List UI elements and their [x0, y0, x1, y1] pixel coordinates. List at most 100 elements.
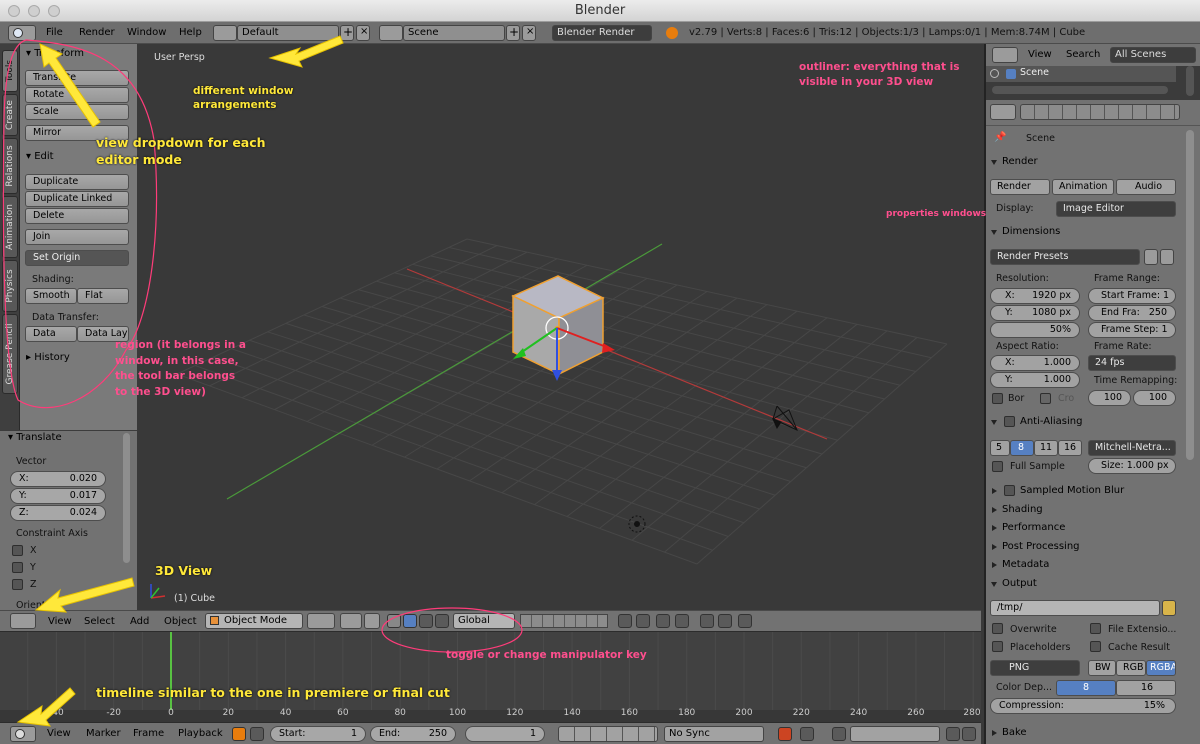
expand-icon[interactable] [990, 69, 999, 78]
properties-context-tabs[interactable] [1020, 104, 1180, 120]
vector-z-field[interactable]: Z: 0.024 [10, 505, 106, 521]
start-frame-field[interactable]: Start: 1 [270, 726, 366, 742]
resolution-percentage-field[interactable]: 50% [990, 322, 1080, 338]
add-layout-button[interactable]: + [340, 25, 354, 41]
keying-icon[interactable] [832, 727, 846, 741]
minimize-window-button[interactable] [28, 5, 40, 17]
editor-type-button[interactable] [8, 25, 36, 41]
data-button[interactable]: Data [25, 326, 77, 342]
duplicate-linked-button[interactable]: Duplicate Linked [25, 191, 129, 207]
render-presets-dropdown[interactable]: Render Presets [990, 249, 1140, 265]
performance-panel-header[interactable]: Performance [990, 519, 1180, 537]
opengl-render-icon[interactable] [700, 614, 714, 628]
menu-add[interactable]: Add [130, 611, 149, 632]
tab-create[interactable]: Create [2, 94, 18, 136]
menu-view[interactable]: View [48, 611, 72, 632]
sync-mode-dropdown[interactable]: No Sync [664, 726, 764, 742]
zoom-window-button[interactable] [48, 5, 60, 17]
add-scene-button[interactable]: + [506, 25, 520, 41]
menu-select[interactable]: Select [84, 611, 115, 632]
delete-button[interactable]: Delete [25, 208, 129, 224]
full-sample-checkbox[interactable] [992, 461, 1003, 472]
color-depth-16-button[interactable]: 16 [1116, 680, 1176, 696]
lock-range-icon[interactable] [250, 727, 264, 741]
join-button[interactable]: Join [25, 229, 129, 245]
edit-panel-header[interactable]: ▾ Edit [26, 151, 54, 162]
post-processing-panel-header[interactable]: Post Processing [990, 538, 1180, 556]
interaction-mode-dropdown[interactable]: Object Mode [205, 613, 303, 629]
editor-type-timeline-button[interactable] [10, 726, 36, 742]
frame-step-field[interactable]: Frame Step: 1 [1088, 322, 1176, 338]
rotate-manipulator-icon[interactable] [419, 614, 433, 628]
outliner-menu-search[interactable]: Search [1066, 44, 1100, 66]
resolution-y-field[interactable]: Y: 1080 px [990, 305, 1080, 321]
end-frame-prop-field[interactable]: End Fra: 250 [1088, 305, 1176, 321]
outliner-menu-view[interactable]: View [1028, 44, 1052, 66]
cache-result-checkbox[interactable] [1090, 641, 1101, 652]
timeline-menu-marker[interactable]: Marker [86, 723, 121, 744]
delete-keyframe-icon[interactable] [962, 727, 976, 741]
render-engine-dropdown[interactable]: Blender Render [552, 25, 652, 41]
vector-x-field[interactable]: X: 0.020 [10, 471, 106, 487]
snap-element-icon[interactable] [675, 614, 689, 628]
aa-filter-dropdown[interactable]: Mitchell-Netra... [1088, 440, 1176, 456]
overwrite-checkbox[interactable] [992, 623, 1003, 634]
file-format-dropdown[interactable]: PNG [990, 660, 1080, 676]
current-frame-field[interactable]: 1 [465, 726, 545, 742]
aspect-x-field[interactable]: X: 1.000 [990, 355, 1080, 371]
tab-grease-pencil[interactable]: Grease Pencil [2, 314, 18, 394]
vector-y-field[interactable]: Y: 0.017 [10, 488, 106, 504]
render-view-icon[interactable] [738, 614, 752, 628]
playback-controls[interactable] [558, 726, 658, 742]
timeline-menu-frame[interactable]: Frame [133, 723, 164, 744]
output-path-field[interactable]: /tmp/ [990, 600, 1160, 616]
tab-physics[interactable]: Physics [2, 260, 18, 312]
menu-help[interactable]: Help [179, 22, 202, 44]
aa-samples-5[interactable]: 5 [990, 440, 1010, 456]
panel-scrollbar[interactable] [123, 433, 130, 563]
snap-toggle-icon[interactable] [656, 614, 670, 628]
outliner-row[interactable]: Scene [986, 66, 1176, 82]
placeholders-checkbox[interactable] [992, 641, 1003, 652]
menu-object[interactable]: Object [164, 611, 197, 632]
dimensions-panel-header[interactable]: Dimensions [990, 223, 1180, 241]
keying-set-field[interactable] [850, 726, 940, 742]
layout-name-field[interactable]: Default [237, 25, 339, 41]
color-bw-button[interactable]: BW [1088, 660, 1116, 676]
frame-rate-dropdown[interactable]: 24 fps [1088, 355, 1176, 371]
properties-scrollbar[interactable] [1186, 130, 1194, 460]
bake-panel-header[interactable]: Bake [990, 724, 1180, 742]
crop-checkbox[interactable] [1040, 393, 1051, 404]
translate-operator-header[interactable]: ▾ Translate [8, 432, 62, 443]
timeline-menu-view[interactable]: View [47, 723, 71, 744]
outliner-vscrollbar[interactable] [1186, 66, 1194, 96]
aa-samples-16[interactable]: 16 [1058, 440, 1082, 456]
motion-blur-checkbox[interactable] [1004, 485, 1015, 496]
constraint-x-checkbox[interactable] [12, 545, 23, 556]
editor-type-3dview-button[interactable] [10, 613, 36, 629]
scene-icon[interactable] [379, 25, 403, 41]
tab-animation[interactable]: Animation [2, 196, 18, 258]
insert-keyframe-icon[interactable] [946, 727, 960, 741]
shading-panel-header[interactable]: Shading [990, 501, 1180, 519]
scene-name-field[interactable]: Scene [403, 25, 505, 41]
duplicate-button[interactable]: Duplicate [25, 174, 129, 190]
remove-scene-button[interactable]: × [522, 25, 536, 41]
layer-buttons[interactable] [520, 614, 608, 628]
end-frame-field[interactable]: End: 250 [370, 726, 456, 742]
auto-keyframe-icon[interactable] [232, 727, 246, 741]
keying-set-icon[interactable] [800, 727, 814, 741]
output-panel-header[interactable]: Output [990, 575, 1180, 593]
pin-icon[interactable]: 📌 [994, 132, 1006, 143]
smooth-button[interactable]: Smooth [25, 288, 77, 304]
render-panel-header[interactable]: Render [990, 153, 1180, 171]
render-button[interactable]: Render [990, 179, 1050, 195]
3d-viewport[interactable]: User Persp (1) Cube [137, 44, 981, 610]
proportional-edit-icon[interactable] [636, 614, 650, 628]
display-mode-dropdown[interactable]: Image Editor [1056, 201, 1176, 217]
menu-render[interactable]: Render [79, 22, 115, 44]
file-extension-checkbox[interactable] [1090, 623, 1101, 634]
viewport-shading-dropdown[interactable] [307, 613, 335, 629]
color-rgba-button[interactable]: RGBA [1146, 660, 1176, 676]
remove-layout-button[interactable]: × [356, 25, 370, 41]
